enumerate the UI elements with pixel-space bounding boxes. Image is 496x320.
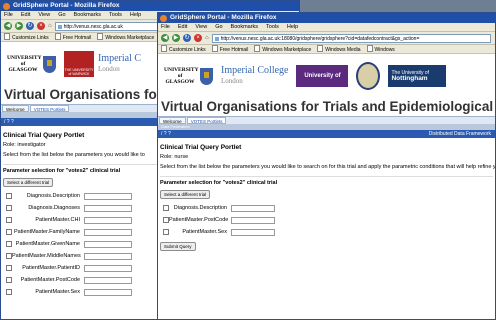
tab-welcome[interactable]: Welcome [159,117,186,124]
nottingham-logo: The University of Nottingham [388,65,447,87]
param-input[interactable] [84,216,132,224]
param-row: PatientMaster.PostCode [158,214,495,226]
menu-view[interactable]: View [38,12,50,18]
menu-view[interactable]: View [195,24,207,30]
param-label: Diagnosis.Description [173,205,227,211]
param-label: PatientMaster.GivenName [15,241,80,247]
bookmark-windows-marketplace[interactable]: Windows Marketplace [254,47,311,53]
bookmark-windows[interactable]: Windows [367,47,395,53]
param-row: Diagnosis.Description [158,202,495,214]
param-input[interactable] [84,240,132,248]
param-input[interactable] [231,228,275,236]
param-label: PatientMaster.CHI [35,217,80,223]
imperial-logo: THE UNIVERSITY of WARWICK Imperial C Londo… [64,51,141,77]
param-input[interactable] [84,288,132,296]
forward-arrow-icon[interactable]: ▶ [15,22,23,30]
tab-votes-portlets[interactable]: VOTES Portlets [29,105,70,112]
param-label: Diagnosis.Description [26,193,80,199]
param-input[interactable] [231,216,275,224]
portlet-framework-label: Distributed Data Framework [428,131,491,137]
imperial-logo-text: Imperial C London [98,53,142,74]
stop-icon[interactable]: × [194,34,202,42]
select-trial-button[interactable]: Select a different trial [160,190,211,199]
menu-bookmarks[interactable]: Bookmarks [74,12,102,18]
warwick-crest: THE UNIVERSITY of WARWICK [64,51,94,77]
firefox-icon [160,15,167,22]
select-trial-button[interactable]: Select a different trial [3,178,54,187]
glasgow-logo-text: UNIVERSITY of GLASGOW [164,67,199,85]
address-bar[interactable]: http://venus.nesc.gla.ac.uk:18080/gridsp… [211,33,491,43]
sub-tab-data-federation[interactable]: Data Federation [161,124,190,129]
role-text: Role: nurse [160,154,189,160]
menu-tools[interactable]: Tools [266,24,279,30]
portlet-title: Clinical Trial Query Portlet [160,144,242,151]
param-input[interactable] [84,264,132,272]
param-input[interactable] [84,252,132,260]
param-label: PatientMaster.Sex [182,229,227,235]
section-heading: Parameter selection for "votes2" clinica… [160,176,493,186]
partner-logos: UNIVERSITY of GLASGOW Imperial College Lo… [158,54,495,101]
portlet-title-bar: / ? ? Distributed Data Framework [158,130,495,138]
param-label: Diagnosis.Diagnoses [28,205,80,211]
glasgow-crest-icon [200,67,213,85]
bookmarks-toolbar: Customize Links Free Hotmail Windows Marke… [158,45,495,54]
param-label: PatientMaster.FamilyName [13,229,80,235]
param-input[interactable] [231,204,275,212]
tab-votes-portlets[interactable]: VOTES Portlets [186,117,227,124]
param-row: PatientMaster.Sex [158,226,495,238]
home-icon[interactable]: ⌂ [48,23,52,29]
bookmark-customize-links[interactable]: Customize Links [4,35,49,41]
bookmark-free-hotmail[interactable]: Free Hotmail [212,47,249,53]
param-input[interactable] [84,204,132,212]
instructions-text: Select from the list below the parameter… [160,164,496,170]
glasgow-logo: UNIVERSITY of GLASGOW [7,55,56,73]
param-list: Diagnosis.Description PatientMaster.Post… [158,202,495,238]
back-arrow-icon[interactable]: ◀ [161,34,169,42]
page-title: Virtual Organisations for Trials and Epi… [161,99,495,114]
glasgow-logo: UNIVERSITY of GLASGOW [164,67,213,85]
glasgow-logo-text: UNIVERSITY of GLASGOW [7,55,42,73]
param-input[interactable] [84,192,132,200]
firefox-icon [3,3,10,10]
menu-edit[interactable]: Edit [21,12,30,18]
param-input[interactable] [84,228,132,236]
bookmark-windows-marketplace[interactable]: Windows Marketplace [97,35,154,41]
menu-go[interactable]: Go [58,12,65,18]
menu-help[interactable]: Help [130,12,141,18]
param-label: PatientMaster.PostCode [169,217,229,223]
menu-bar: File Edit View Go Bookmarks Tools Help [158,23,495,32]
front-browser-window: GridSphere Portal - Mozilla Firefox File… [157,12,496,320]
param-input[interactable] [84,276,132,284]
reload-icon[interactable]: ↻ [183,34,191,42]
back-arrow-icon[interactable]: ◀ [4,22,12,30]
leicester-logo: University of Leicester [296,65,349,101]
tab-welcome[interactable]: Welcome [2,105,29,112]
bookmark-windows-media[interactable]: Windows Media [317,47,360,53]
bookmark-free-hotmail[interactable]: Free Hotmail [55,35,92,41]
menu-file[interactable]: File [4,12,13,18]
param-label: PatientMaster.MiddleNames [12,253,81,259]
menu-edit[interactable]: Edit [178,24,187,30]
title-bar[interactable]: GridSphere Portal - Mozilla Firefox [158,13,495,23]
tab-bar: Welcome VOTES Portlets [158,116,495,124]
nav-toolbar: ◀ ▶ ↻ × ⌂ http://venus.nesc.gla.ac.uk:18… [158,32,495,45]
reload-icon[interactable]: ↻ [26,22,34,30]
title-bar[interactable]: GridSphere Portal - Mozilla Firefox [1,1,299,11]
param-label: PatientMaster.PatientID [22,265,80,271]
menu-bookmarks[interactable]: Bookmarks [231,24,259,30]
menu-go[interactable]: Go [215,24,222,30]
menu-tools[interactable]: Tools [109,12,122,18]
bookmark-customize-links[interactable]: Customize Links [161,47,206,53]
home-icon[interactable]: ⌂ [205,35,209,41]
oxford-crest-icon [356,62,381,90]
param-label: PatientMaster.Sex [35,289,80,295]
submit-query-button[interactable]: Submit Query [160,242,196,251]
forward-arrow-icon[interactable]: ▶ [172,34,180,42]
stop-icon[interactable]: × [37,22,45,30]
imperial-logo: Imperial College London [221,65,289,86]
menu-help[interactable]: Help [287,24,298,30]
menu-file[interactable]: File [161,24,170,30]
param-label: PatientMaster.PostCode [20,277,80,283]
glasgow-crest-icon [43,55,56,73]
